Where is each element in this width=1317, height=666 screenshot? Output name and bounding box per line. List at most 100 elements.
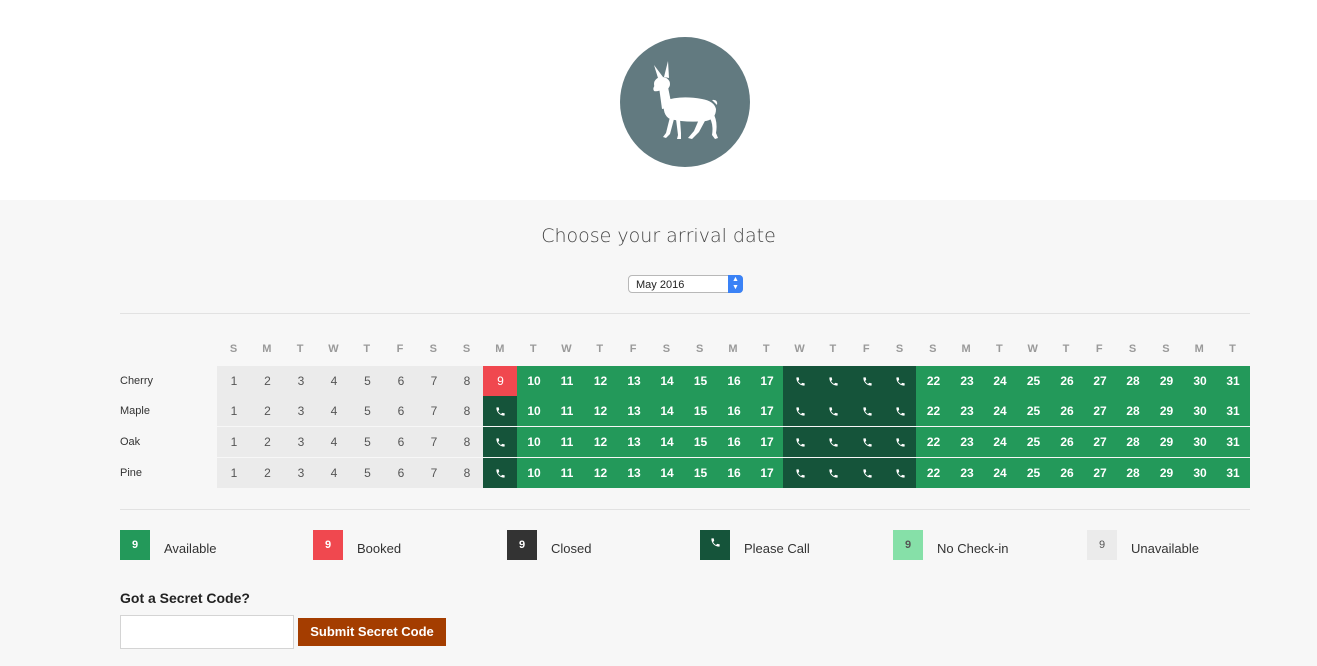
date-cell[interactable]: 23	[950, 458, 984, 488]
date-cell[interactable]: 12	[583, 427, 618, 457]
phone-icon	[862, 469, 872, 478]
date-cell[interactable]: 15	[683, 458, 718, 488]
date-cell[interactable]: 11	[550, 458, 584, 488]
date-cell[interactable]: 31	[1216, 458, 1250, 488]
date-cell[interactable]: 29	[1149, 366, 1184, 396]
date-cell[interactable]: 17	[750, 366, 784, 396]
date-cell[interactable]: 28	[1116, 427, 1150, 457]
date-cell[interactable]: 13	[617, 427, 651, 457]
date-cell[interactable]: 10	[517, 396, 551, 426]
date-cell[interactable]: 11	[550, 427, 584, 457]
phone-icon	[496, 407, 505, 416]
date-cell[interactable]: 27	[1083, 427, 1117, 457]
date-cell: 2	[250, 427, 285, 457]
date-cell: 3	[284, 396, 318, 426]
date-cell[interactable]: 23	[950, 427, 984, 457]
date-cell[interactable]: 28	[1116, 366, 1150, 396]
phone-icon	[862, 407, 872, 416]
secret-code-input[interactable]	[120, 615, 294, 649]
date-cell: 2	[250, 396, 285, 426]
day-header: W	[1027, 343, 1038, 355]
day-header: S	[929, 343, 937, 355]
date-cell[interactable]: 26	[1050, 396, 1084, 426]
date-cell[interactable]: 22	[916, 396, 951, 426]
date-cell[interactable]: 13	[617, 396, 651, 426]
date-cell[interactable]: 15	[683, 396, 718, 426]
submit-secret-code-button[interactable]: Submit Secret Code	[298, 618, 446, 646]
date-cell[interactable]: 14	[650, 366, 684, 396]
date-cell[interactable]: 31	[1216, 366, 1250, 396]
date-cell[interactable]: 25	[1016, 458, 1051, 488]
page-heading: Choose your arrival date	[541, 225, 776, 247]
day-header: F	[629, 343, 637, 355]
date-cell[interactable]: 26	[1050, 366, 1084, 396]
date-cell[interactable]: 29	[1149, 396, 1184, 426]
date-cell[interactable]: 26	[1050, 458, 1084, 488]
day-header: T	[596, 343, 604, 355]
date-cell[interactable]: 15	[683, 427, 718, 457]
date-cell[interactable]: 26	[1050, 427, 1084, 457]
date-cell[interactable]: 31	[1216, 427, 1250, 457]
phone-icon	[895, 377, 905, 386]
date-cell	[883, 396, 917, 426]
date-cell[interactable]: 25	[1016, 427, 1051, 457]
deer-icon	[653, 61, 718, 139]
date-cell[interactable]: 24	[983, 366, 1017, 396]
date-cell[interactable]: 17	[750, 458, 784, 488]
date-cell[interactable]: 10	[517, 366, 551, 396]
date-cell[interactable]: 27	[1083, 458, 1117, 488]
date-cell[interactable]: 25	[1016, 396, 1051, 426]
date-cell[interactable]: 13	[617, 458, 651, 488]
legend-swatch-booked: 9	[313, 530, 343, 560]
date-cell[interactable]: 12	[583, 458, 618, 488]
date-cell[interactable]: 14	[650, 458, 684, 488]
date-cell[interactable]: 12	[583, 396, 618, 426]
day-header: S	[429, 343, 437, 355]
date-cell[interactable]: 10	[517, 427, 551, 457]
date-cell	[783, 427, 817, 457]
date-cell[interactable]: 17	[750, 396, 784, 426]
date-cell[interactable]: 30	[1183, 396, 1217, 426]
date-cell[interactable]: 14	[650, 427, 684, 457]
date-cell[interactable]: 17	[750, 427, 784, 457]
date-cell[interactable]: 13	[617, 366, 651, 396]
date-cell[interactable]: 24	[983, 427, 1017, 457]
date-cell[interactable]: 27	[1083, 366, 1117, 396]
date-cell[interactable]: 27	[1083, 396, 1117, 426]
date-cell[interactable]: 25	[1016, 366, 1051, 396]
divider-bottom	[120, 509, 1250, 510]
date-cell[interactable]: 29	[1149, 427, 1184, 457]
date-cell[interactable]: 23	[950, 366, 984, 396]
date-cell[interactable]: 22	[916, 366, 951, 396]
date-cell: 5	[350, 458, 385, 488]
date-cell[interactable]: 11	[550, 396, 584, 426]
date-cell[interactable]: 28	[1116, 396, 1150, 426]
day-header: F	[1095, 343, 1103, 355]
date-cell[interactable]: 12	[583, 366, 618, 396]
date-cell[interactable]: 14	[650, 396, 684, 426]
date-cell[interactable]: 22	[916, 427, 951, 457]
date-cell[interactable]: 16	[717, 366, 751, 396]
month-select[interactable]: May 2016 ▲ ▼	[628, 275, 743, 293]
date-cell[interactable]: 31	[1216, 396, 1250, 426]
date-cell[interactable]: 30	[1183, 427, 1217, 457]
date-cell[interactable]: 16	[717, 427, 751, 457]
date-cell[interactable]: 10	[517, 458, 551, 488]
date-cell[interactable]: 29	[1149, 458, 1184, 488]
date-cell[interactable]: 23	[950, 396, 984, 426]
date-cell[interactable]: 24	[983, 396, 1017, 426]
date-cell[interactable]: 30	[1183, 366, 1217, 396]
date-cell[interactable]: 22	[916, 458, 951, 488]
legend-label-please-call: Please Call	[744, 541, 810, 556]
date-cell[interactable]: 28	[1116, 458, 1150, 488]
date-cell[interactable]: 11	[550, 366, 584, 396]
date-cell: 5	[350, 427, 385, 457]
date-cell[interactable]: 16	[717, 396, 751, 426]
date-cell[interactable]: 24	[983, 458, 1017, 488]
legend-swatch-please-call	[700, 530, 730, 560]
date-cell[interactable]: 16	[717, 458, 751, 488]
legend-label-available: Available	[164, 541, 217, 556]
date-cell[interactable]: 15	[683, 366, 718, 396]
date-cell[interactable]: 30	[1183, 458, 1217, 488]
phone-icon	[829, 469, 838, 478]
